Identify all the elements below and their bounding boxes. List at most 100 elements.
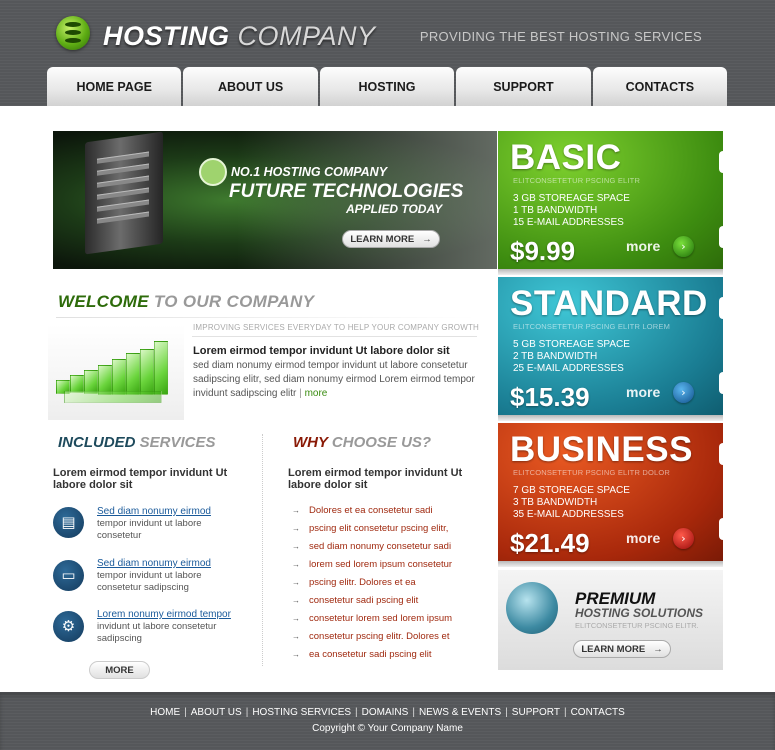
logo-word-1: HOSTING bbox=[103, 21, 230, 51]
plan-shadow bbox=[498, 269, 723, 275]
nav-about-us[interactable]: ABOUT US bbox=[183, 67, 318, 106]
arrow-right-icon[interactable]: › bbox=[673, 528, 694, 549]
plan-more-link[interactable]: more bbox=[626, 238, 660, 254]
arrow-right-icon: → bbox=[653, 643, 663, 655]
why-list-item[interactable]: → lorem sed lorem ipsum consetetur bbox=[292, 559, 452, 570]
database-icon bbox=[56, 16, 90, 50]
nav-hosting[interactable]: HOSTING bbox=[319, 67, 455, 106]
why-heading-highlight: WHY bbox=[293, 434, 328, 451]
why-list-item[interactable]: → consetetur lorem sed lorem ipsum bbox=[292, 613, 452, 624]
why-heading-rest: CHOOSE US? bbox=[327, 434, 432, 451]
plan-feature: 15 E-MAIL ADDRESSES bbox=[513, 217, 624, 228]
welcome-heading-highlight: WELCOME bbox=[58, 292, 149, 311]
arrow-right-icon[interactable]: › bbox=[673, 382, 694, 403]
learn-more-button[interactable]: LEARN MORE → bbox=[342, 230, 440, 248]
nav-support[interactable]: SUPPORT bbox=[456, 67, 591, 106]
network-icon: ▤ bbox=[53, 507, 84, 538]
why-list-item[interactable]: → ea consetetur sadi pscing elit bbox=[292, 649, 432, 660]
person-icon bbox=[199, 158, 227, 186]
welcome-title: Lorem eirmod tempor invidunt Ut labore d… bbox=[193, 345, 450, 357]
services-more-button[interactable]: MORE bbox=[89, 661, 150, 679]
plan-name: STANDARD bbox=[510, 284, 708, 323]
premium-learn-more-button[interactable]: LEARN MORE → bbox=[573, 640, 671, 658]
arrow-right-icon: → bbox=[292, 560, 300, 569]
plan-price: $15.39 bbox=[510, 382, 590, 412]
footer-separator: | bbox=[505, 707, 508, 718]
growth-cubes-image bbox=[48, 325, 184, 420]
globe-icon bbox=[506, 582, 558, 634]
welcome-more-link[interactable]: more bbox=[305, 388, 328, 399]
plan-name: BASIC bbox=[510, 138, 622, 177]
welcome-heading: WELCOME TO OUR COMPANY bbox=[58, 292, 314, 312]
arrow-right-icon: → bbox=[292, 614, 300, 623]
why-list-item[interactable]: → sed diam nonumy consetetur sadi bbox=[292, 541, 451, 552]
banner-subtitle: NO.1 HOSTING COMPANY bbox=[231, 165, 388, 179]
why-item-text: lorem sed lorem ipsum consetetur bbox=[309, 559, 453, 570]
arrow-right-icon: → bbox=[422, 233, 432, 245]
welcome-tagline: IMPROVING SERVICES EVERYDAY TO HELP YOUR… bbox=[193, 323, 480, 332]
footer-link-about[interactable]: ABOUT US bbox=[191, 707, 242, 718]
why-item-text: consetetur pscing elitr. Dolores et bbox=[309, 631, 450, 642]
banner-title: FUTURE TECHNOLOGIES bbox=[229, 181, 464, 202]
nav-contacts[interactable]: CONTACTS bbox=[592, 67, 728, 106]
plan-more-link[interactable]: more bbox=[626, 384, 660, 400]
why-item-text: consetetur sadi pscing elit bbox=[309, 595, 419, 606]
arrow-right-icon: → bbox=[292, 542, 300, 551]
main-nav: HOME PAGE ABOUT US HOSTING SUPPORT CONTA… bbox=[47, 67, 728, 106]
services-title: Lorem eirmod tempor invidunt Ut labore d… bbox=[53, 467, 228, 491]
plan-feature: 2 TB BANDWIDTH bbox=[513, 351, 598, 362]
why-item-text: Dolores et ea consetetur sadi bbox=[309, 505, 433, 516]
why-item-text: pscing elitr. Dolores et ea bbox=[309, 577, 416, 588]
nav-home-page[interactable]: HOME PAGE bbox=[47, 67, 182, 106]
why-item-text: consetetur lorem sed lorem ipsum bbox=[309, 613, 453, 624]
why-list-item[interactable]: → pscing elitr. Dolores et ea bbox=[292, 577, 416, 588]
plan-feature: 3 GB STOREAGE SPACE bbox=[513, 193, 630, 204]
footer-link-support[interactable]: SUPPORT bbox=[512, 707, 560, 718]
plan-feature: 3 TB BANDWIDTH bbox=[513, 497, 598, 508]
footer-separator: | bbox=[355, 707, 358, 718]
welcome-body-text: sed diam nonumy eirmod tempor invidunt u… bbox=[193, 360, 475, 399]
premium-caption: ELITCONSETETUR PSCING ELITR. bbox=[575, 621, 699, 630]
why-list-item[interactable]: → consetetur sadi pscing elit bbox=[292, 595, 418, 606]
plan-notch bbox=[719, 297, 723, 319]
footer-link-news-events[interactable]: NEWS & EVENTS bbox=[419, 707, 501, 718]
arrow-right-icon[interactable]: › bbox=[673, 236, 694, 257]
why-list-item[interactable]: → pscing elit consetetur pscing elitr, bbox=[292, 523, 448, 534]
plan-notch bbox=[719, 443, 723, 465]
why-list-item[interactable]: → consetetur pscing elitr. Dolores et bbox=[292, 631, 449, 642]
plan-more-link[interactable]: more bbox=[626, 530, 660, 546]
footer-separator: | bbox=[563, 707, 567, 718]
plan-feature: 35 E-MAIL ADDRESSES bbox=[513, 509, 624, 520]
why-item-text: pscing elit consetetur pscing elitr, bbox=[309, 523, 449, 534]
arrow-right-icon: → bbox=[292, 650, 300, 659]
services-heading-highlight: INCLUDED bbox=[58, 434, 136, 451]
service-text: tempor invidunt ut labore consetetur sad… bbox=[97, 570, 202, 593]
arrow-right-icon: → bbox=[292, 524, 300, 533]
footer-link-domains[interactable]: DOMAINS bbox=[362, 707, 409, 718]
service-link[interactable]: Lorem nonumy eirmod tempor bbox=[97, 609, 231, 620]
copyright: Copyright © Your Company Name bbox=[312, 723, 463, 734]
arrow-right-icon: → bbox=[292, 596, 300, 605]
why-item-text: ea consetetur sadi pscing elit bbox=[309, 649, 432, 660]
learn-more-label: LEARN MORE bbox=[350, 233, 415, 245]
footer-separator: | bbox=[412, 707, 415, 718]
why-list-item[interactable]: → Dolores et ea consetetur sadi bbox=[292, 505, 433, 516]
server-icon: ▭ bbox=[53, 560, 84, 591]
welcome-heading-rest: TO OUR COMPANY bbox=[148, 292, 315, 311]
service-link[interactable]: Sed diam nonumy eirmod bbox=[97, 506, 211, 517]
plan-notch bbox=[719, 372, 723, 394]
welcome-body: sed diam nonumy eirmod tempor invidunt u… bbox=[193, 360, 475, 399]
plan-price: $9.99 bbox=[510, 236, 576, 266]
site-logo[interactable]: HOSTING COMPANY bbox=[103, 21, 376, 52]
plan-business: BUSINESS ELITCONSETETUR PSCING ELITR DOL… bbox=[498, 423, 723, 561]
service-link[interactable]: Sed diam nonumy eirmod bbox=[97, 558, 211, 569]
why-item-text: sed diam nonumy consetetur sadi bbox=[309, 541, 452, 552]
logo-word-2: COMPANY bbox=[237, 21, 376, 51]
footer-link-contacts[interactable]: CONTACTS bbox=[571, 707, 625, 718]
why-heading: WHY CHOOSE US? bbox=[293, 434, 431, 451]
footer-separator: | bbox=[184, 707, 187, 718]
footer-link-hosting-services[interactable]: HOSTING SERVICES bbox=[252, 707, 351, 718]
plan-feature: 25 E-MAIL ADDRESSES bbox=[513, 363, 624, 374]
arrow-right-icon: → bbox=[292, 632, 300, 641]
footer-link-home[interactable]: HOME bbox=[150, 707, 180, 718]
